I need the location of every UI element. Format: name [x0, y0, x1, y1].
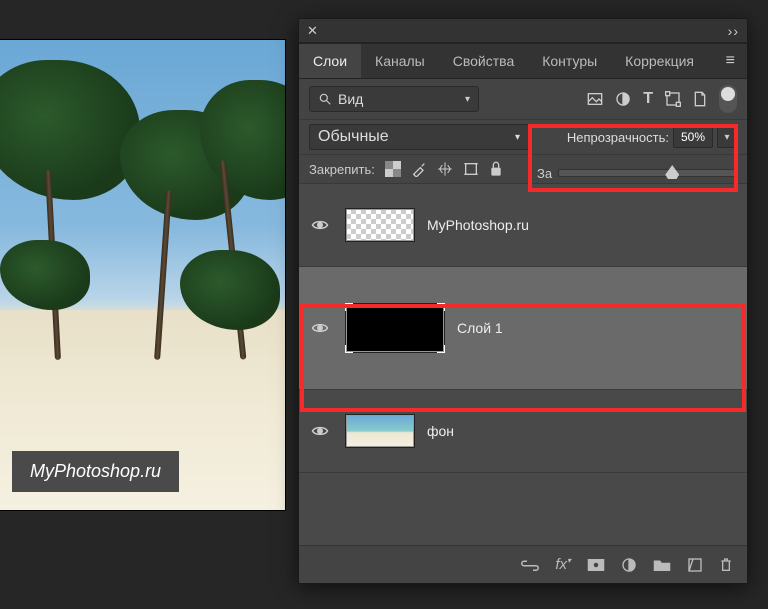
- lock-artboard-icon[interactable]: [463, 161, 479, 177]
- filter-pixel-icon[interactable]: [587, 92, 603, 106]
- collapse-icon[interactable]: ››: [728, 23, 739, 39]
- tab-channels[interactable]: Каналы: [361, 44, 439, 78]
- filter-shape-icon[interactable]: [665, 91, 681, 107]
- layer-row[interactable]: фон: [299, 390, 747, 473]
- fill-slider-thumb[interactable]: [665, 165, 679, 179]
- filter-adjustment-icon[interactable]: [615, 91, 631, 107]
- tab-paths[interactable]: Контуры: [528, 44, 611, 78]
- filter-toggle[interactable]: [719, 85, 737, 113]
- blend-mode-select[interactable]: Обычные ▾: [309, 124, 529, 150]
- lock-pixels-icon[interactable]: [411, 161, 427, 177]
- search-icon: [318, 92, 332, 106]
- lock-all-icon[interactable]: [489, 161, 503, 177]
- tab-properties[interactable]: Свойства: [439, 44, 528, 78]
- lock-position-icon[interactable]: [437, 161, 453, 177]
- lock-row: Закрепить: За: [299, 155, 747, 184]
- lock-label: Закрепить:: [309, 162, 375, 177]
- filter-type-select[interactable]: Вид ▾: [309, 86, 479, 112]
- filter-row: Вид ▾ T: [299, 79, 747, 120]
- layers-list: MyPhotoshop.ru Слой 1 фон: [299, 184, 747, 545]
- layers-panel: ✕ ›› Слои Каналы Свойства Контуры Коррек…: [298, 18, 748, 584]
- filter-smartobject-icon[interactable]: [693, 91, 707, 107]
- adjustment-layer-icon[interactable]: [621, 557, 637, 573]
- visibility-icon[interactable]: [311, 218, 333, 232]
- panel-titlebar: ✕ ››: [299, 19, 747, 43]
- opacity-label[interactable]: Непрозрачность:: [567, 130, 669, 145]
- layer-row-selected[interactable]: Слой 1: [299, 267, 747, 390]
- layer-thumbnail[interactable]: [345, 208, 415, 242]
- new-layer-icon[interactable]: [687, 557, 703, 573]
- fill-slider[interactable]: За: [537, 161, 737, 185]
- document-preview: MyPhotoshop.ru: [0, 40, 285, 510]
- layer-thumbnail[interactable]: [345, 303, 445, 353]
- chevron-down-icon: ▾: [515, 132, 520, 143]
- layer-name[interactable]: MyPhotoshop.ru: [427, 217, 529, 233]
- filter-type-icon[interactable]: T: [643, 90, 653, 108]
- filter-type-label: Вид: [338, 91, 363, 107]
- panel-menu-icon[interactable]: ≡: [714, 52, 747, 70]
- layer-thumbnail[interactable]: [345, 414, 415, 448]
- layers-bottom-bar: fx▾: [299, 545, 747, 583]
- new-group-icon[interactable]: [653, 558, 671, 572]
- blend-mode-label: Обычные: [318, 128, 389, 146]
- link-layers-icon[interactable]: [521, 559, 539, 571]
- opacity-dropdown-icon[interactable]: ▾: [717, 126, 737, 148]
- fx-icon[interactable]: fx▾: [555, 556, 571, 573]
- fill-label: За: [537, 166, 552, 181]
- opacity-value-field[interactable]: 50%: [673, 126, 713, 148]
- blend-opacity-row: Обычные ▾ Непрозрачность: 50% ▾: [299, 120, 747, 155]
- lock-transparency-icon[interactable]: [385, 161, 401, 177]
- close-icon[interactable]: ✕: [307, 23, 318, 39]
- delete-layer-icon[interactable]: [719, 557, 733, 573]
- tab-adjustments[interactable]: Коррекция: [611, 44, 708, 78]
- watermark-label: MyPhotoshop.ru: [12, 451, 179, 492]
- visibility-icon[interactable]: [311, 424, 333, 438]
- tab-layers[interactable]: Слои: [299, 44, 361, 78]
- chevron-down-icon: ▾: [465, 94, 470, 105]
- panel-tabs: Слои Каналы Свойства Контуры Коррекция ≡: [299, 43, 747, 79]
- layer-row[interactable]: MyPhotoshop.ru: [299, 184, 747, 267]
- visibility-icon[interactable]: [311, 321, 333, 335]
- layer-name[interactable]: фон: [427, 423, 454, 439]
- add-mask-icon[interactable]: [587, 558, 605, 572]
- layer-name[interactable]: Слой 1: [457, 320, 503, 336]
